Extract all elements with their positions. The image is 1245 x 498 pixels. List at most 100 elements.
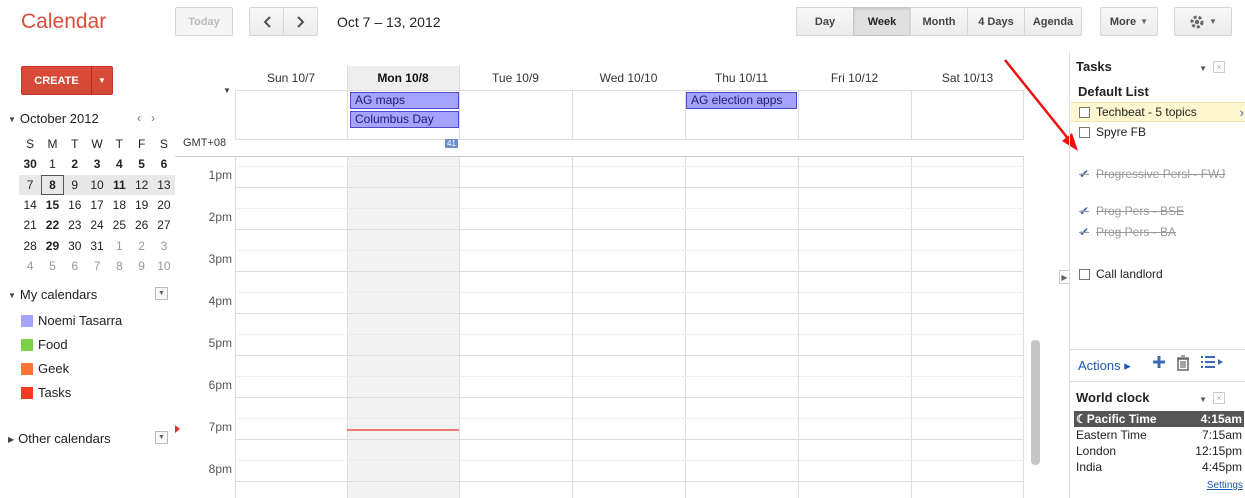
calendar-item-food[interactable]: Food: [21, 337, 68, 352]
mini-calendar-day[interactable]: 17: [86, 195, 108, 215]
task-text[interactable]: Prog Pers - BA: [1096, 225, 1176, 239]
day-header-mon[interactable]: Mon 10/8: [347, 66, 459, 90]
mini-calendar-day[interactable]: 12: [130, 174, 153, 195]
add-task-icon[interactable]: [1152, 355, 1166, 374]
task-checkbox[interactable]: [1079, 106, 1090, 118]
dropdown-icon[interactable]: ▼: [155, 287, 168, 300]
mini-calendar-day[interactable]: 30: [64, 235, 86, 255]
mini-calendar-day[interactable]: 29: [41, 235, 63, 255]
settings-button[interactable]: ▼: [1174, 7, 1232, 36]
caret-down-icon[interactable]: ▼: [1199, 395, 1207, 404]
mini-calendar-day[interactable]: 6: [64, 256, 86, 276]
mini-calendar-day[interactable]: 2: [130, 235, 152, 255]
task-checkbox[interactable]: [1079, 269, 1090, 280]
mini-calendar-day[interactable]: 4: [19, 256, 41, 276]
mini-calendar-day[interactable]: 18: [108, 195, 130, 215]
trash-icon[interactable]: [1176, 355, 1190, 376]
create-button[interactable]: CREATE ▼: [21, 66, 113, 95]
mini-calendar-day[interactable]: 26: [130, 215, 152, 235]
mini-calendar-day[interactable]: 10: [153, 256, 175, 276]
task-item-call-landlord[interactable]: Call landlord: [1079, 267, 1229, 281]
task-text[interactable]: Prog Pers - BSE: [1096, 204, 1184, 218]
checkmark-icon[interactable]: ✔: [1079, 167, 1090, 181]
mini-calendar-day[interactable]: 10: [85, 174, 109, 195]
mini-calendar-day[interactable]: 5: [130, 154, 152, 174]
mini-calendar-day[interactable]: 27: [153, 215, 175, 235]
mini-calendar-day[interactable]: 9: [130, 256, 152, 276]
grid-scrollbar[interactable]: [1031, 340, 1040, 465]
mini-calendar-day[interactable]: 21: [19, 215, 41, 235]
day-header-wed[interactable]: Wed 10/10: [572, 66, 685, 90]
task-item-techbeat[interactable]: Techbeat - 5 topics ›: [1071, 102, 1245, 122]
mini-calendar-day[interactable]: 8: [41, 174, 64, 195]
task-item-prog-bse[interactable]: ✔ Prog Pers - BSE: [1079, 204, 1229, 218]
checkmark-icon[interactable]: ✔: [1079, 225, 1090, 239]
mini-calendar-day[interactable]: 3: [86, 154, 108, 174]
tasks-actions-menu[interactable]: Actions ▸: [1078, 358, 1131, 374]
mini-calendar-day[interactable]: 24: [86, 215, 108, 235]
task-checkbox[interactable]: [1079, 127, 1090, 138]
day-header-sun[interactable]: Sun 10/7: [235, 66, 347, 90]
mini-calendar-day[interactable]: 7: [86, 256, 108, 276]
task-item-spyre[interactable]: Spyre FB: [1079, 125, 1229, 139]
mini-calendar-day[interactable]: 2: [64, 154, 86, 174]
view-agenda-button[interactable]: Agenda: [1024, 7, 1082, 36]
view-week-button[interactable]: Week: [853, 7, 911, 36]
mini-calendar-day[interactable]: 5: [41, 256, 63, 276]
view-4days-button[interactable]: 4 Days: [967, 7, 1025, 36]
calendar-item-geek[interactable]: Geek: [21, 361, 69, 376]
mini-calendar-day[interactable]: 23: [64, 215, 86, 235]
task-text[interactable]: Spyre FB: [1096, 125, 1146, 139]
mini-calendar-day[interactable]: 1: [108, 235, 130, 255]
event-ag-maps[interactable]: AG maps: [350, 92, 459, 109]
dropdown-icon[interactable]: ▼: [155, 431, 168, 444]
chevron-right-icon[interactable]: ›: [1240, 105, 1244, 120]
triangle-down-icon[interactable]: ▼: [223, 86, 231, 95]
mini-calendar-nav[interactable]: ‹›: [137, 111, 165, 125]
mini-calendar-day[interactable]: 9: [63, 174, 86, 195]
mini-calendar-day[interactable]: 7: [19, 174, 42, 195]
my-calendars-header[interactable]: ▼ My calendars ▼: [8, 287, 168, 302]
caret-down-icon[interactable]: ▼: [92, 67, 112, 94]
view-day-button[interactable]: Day: [796, 7, 854, 36]
day-header-thu[interactable]: Thu 10/11: [685, 66, 798, 90]
checkmark-icon[interactable]: ✔: [1079, 204, 1090, 218]
mini-calendar-day[interactable]: 20: [153, 195, 175, 215]
task-list-name[interactable]: Default List: [1078, 84, 1149, 99]
event-ag-election-apps[interactable]: AG election apps: [686, 92, 797, 109]
close-icon[interactable]: ×: [1213, 61, 1225, 73]
mini-calendar-day[interactable]: 15: [41, 195, 63, 215]
mini-calendar-day[interactable]: 30: [19, 154, 41, 174]
mini-calendar-day[interactable]: 11: [108, 174, 131, 195]
next-week-button[interactable]: [283, 7, 318, 36]
more-events-badge[interactable]: 41: [445, 139, 458, 148]
task-text[interactable]: Techbeat - 5 topics: [1096, 105, 1197, 119]
more-button[interactable]: More ▼: [1100, 7, 1158, 36]
mini-calendar-day[interactable]: 19: [130, 195, 152, 215]
day-header-tue[interactable]: Tue 10/9: [459, 66, 572, 90]
today-button[interactable]: Today: [175, 7, 233, 36]
app-logo[interactable]: Calendar: [21, 10, 106, 34]
caret-down-icon[interactable]: ▼: [1199, 64, 1207, 73]
task-item-prog-ba[interactable]: ✔ Prog Pers - BA: [1079, 225, 1229, 239]
time-grid[interactable]: 1pm 2pm 3pm 4pm 5pm 6pm 7pm 8pm: [175, 156, 1024, 498]
mini-calendar-day[interactable]: 3: [153, 235, 175, 255]
mini-calendar-day[interactable]: 6: [153, 154, 175, 174]
mini-calendar-day[interactable]: 14: [19, 195, 41, 215]
mini-calendar-day[interactable]: 13: [152, 174, 176, 195]
day-header-fri[interactable]: Fri 10/12: [798, 66, 911, 90]
mini-calendar-day[interactable]: 1: [41, 154, 63, 174]
calendar-item-tasks[interactable]: Tasks: [21, 385, 71, 400]
other-calendars-header[interactable]: ▶ Other calendars ▼: [8, 431, 168, 446]
close-icon[interactable]: ×: [1213, 392, 1225, 404]
task-item-progressive-fwj[interactable]: ✔ Progressive Persl - FWJ: [1079, 167, 1229, 181]
world-clock-settings-link[interactable]: Settings: [1207, 480, 1243, 491]
mini-calendar-day[interactable]: 25: [108, 215, 130, 235]
prev-week-button[interactable]: [249, 7, 284, 36]
mini-calendar-day[interactable]: 16: [64, 195, 86, 215]
task-text[interactable]: Call landlord: [1096, 267, 1163, 281]
event-columbus-day[interactable]: Columbus Day: [350, 111, 459, 128]
task-text[interactable]: Progressive Persl - FWJ: [1096, 167, 1225, 181]
calendar-item-noemi[interactable]: Noemi Tasarra: [21, 313, 122, 328]
list-options-icon[interactable]: [1200, 355, 1224, 374]
